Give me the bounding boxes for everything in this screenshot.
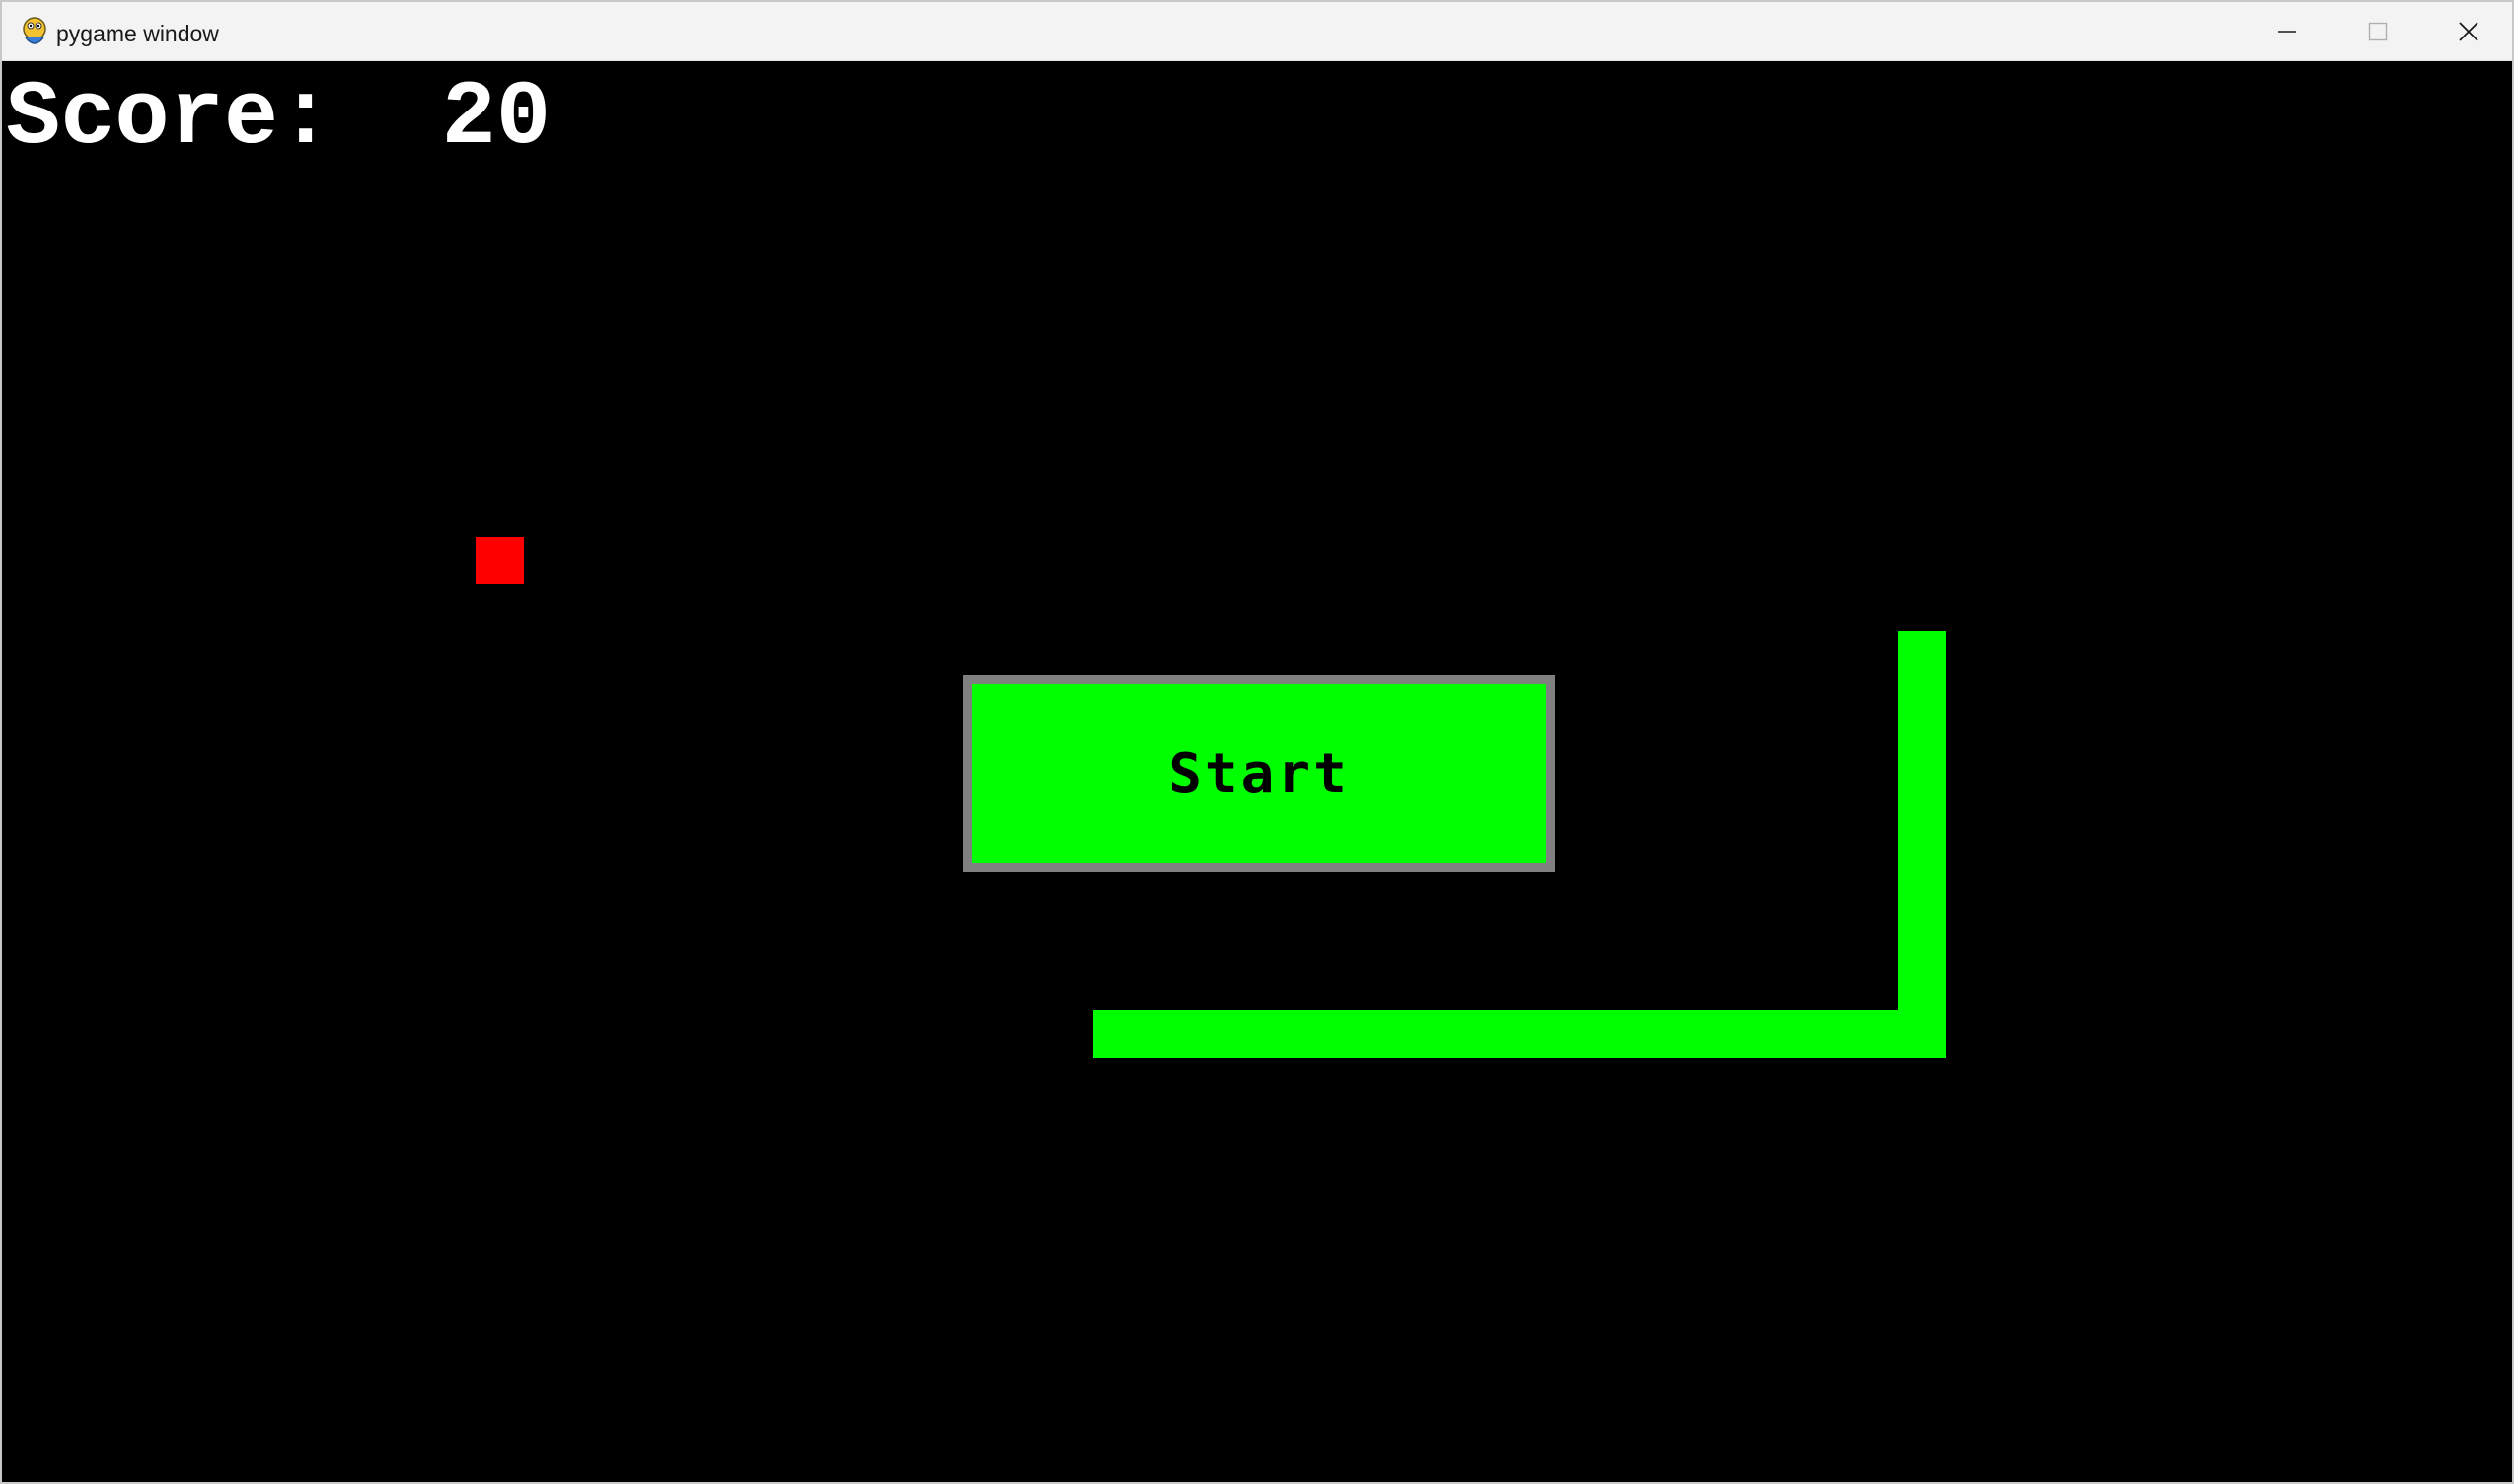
minimize-button[interactable] (2242, 2, 2332, 61)
window-title: pygame window (56, 21, 219, 46)
pygame-snake-icon (23, 17, 46, 44)
start-button-label: Start (1168, 741, 1350, 806)
start-button[interactable]: Start (963, 675, 1555, 872)
snake-body-horizontal (1093, 1010, 1946, 1058)
pygame-window: pygame window Score: 20 Start (0, 0, 2514, 1484)
title-bar[interactable]: pygame window (2, 2, 2512, 61)
game-canvas[interactable]: Score: 20 Start (2, 61, 2512, 1482)
close-icon (2459, 22, 2478, 41)
snake-body-vertical (1898, 631, 1946, 1058)
maximize-icon (2368, 22, 2388, 41)
close-button[interactable] (2423, 2, 2512, 61)
maximize-button[interactable] (2332, 2, 2423, 61)
food-pellet (476, 537, 524, 584)
minimize-icon (2278, 31, 2296, 33)
score-display: Score: 20 (6, 66, 552, 170)
